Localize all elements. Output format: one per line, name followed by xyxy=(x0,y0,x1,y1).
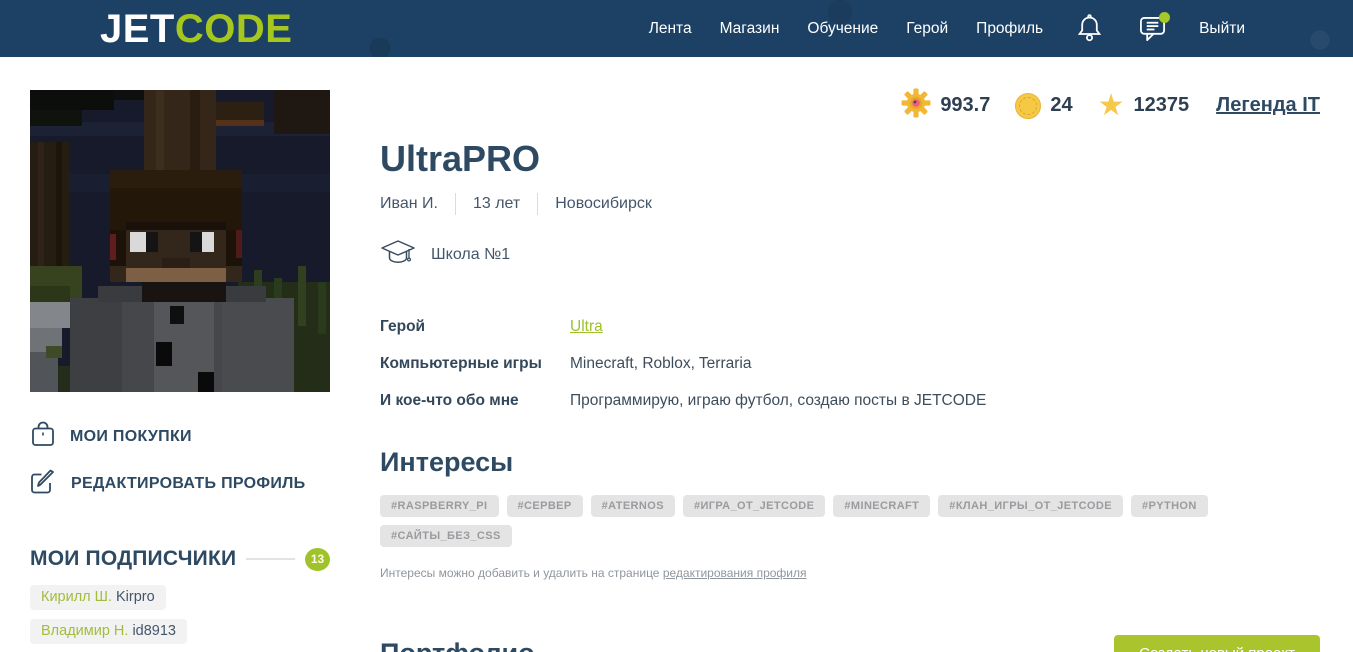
portfolio-title: Портфолио xyxy=(380,638,535,652)
edit-profile-link[interactable]: редактирования профиля xyxy=(663,566,807,580)
star-icon: ★ xyxy=(1097,87,1125,123)
shopping-bag-icon xyxy=(30,420,56,453)
create-project-button[interactable]: Создать новый проект xyxy=(1114,635,1320,652)
interest-tag[interactable]: #MINECRAFT xyxy=(833,495,931,517)
coin-icon xyxy=(1015,92,1042,119)
coins-stat: 24 xyxy=(1015,92,1073,119)
portfolio-header: Портфолио Создать новый проект xyxy=(380,635,1320,652)
subscriber-username: Kirpro xyxy=(116,589,155,605)
nav-item-hero[interactable]: Герой xyxy=(906,20,948,38)
energy-value: 993.7 xyxy=(940,94,991,116)
divider xyxy=(537,193,539,215)
interests-title: Интересы xyxy=(380,447,514,477)
subscriber-name: Владимир Н. xyxy=(41,623,129,639)
nav-item-learning[interactable]: Обучение xyxy=(807,20,878,38)
school-row: Школа №1 xyxy=(380,239,1320,270)
page-body: МОИ ПОКУПКИ РЕДАКТИРОВАТЬ ПРОФИЛЬ МОИ ПО… xyxy=(0,57,1353,652)
field-value: Minecraft, Roblox, Terraria xyxy=(570,355,752,372)
graduation-cap-icon xyxy=(380,239,416,270)
energy-stat: 993.7 xyxy=(901,88,990,123)
subscribers-list: Кирилл Ш. Kirpro Владимир Н. id8913 Конс… xyxy=(30,585,330,652)
subscribers-header: МОИ ПОДПИСЧИКИ 13 xyxy=(30,547,330,571)
field-label: Компьютерные игры xyxy=(380,355,542,372)
subscriber-chip[interactable]: Кирилл Ш. Kirpro xyxy=(30,585,166,610)
interest-tag[interactable]: #СЕРВЕР xyxy=(506,495,583,517)
logo-jet: JET xyxy=(100,6,175,51)
subscriber-chip[interactable]: Владимир Н. id8913 xyxy=(30,619,187,644)
stats-row: 993.7 24 ★ 12375 Легенда IT xyxy=(380,88,1320,123)
profile-name: Иван И. xyxy=(380,195,438,212)
subscribers-title: МОИ ПОДПИСЧИКИ xyxy=(30,547,237,570)
field-value: Программирую, играю футбол, создаю посты… xyxy=(570,392,987,409)
nav-item-shop[interactable]: Магазин xyxy=(720,20,780,38)
profile-city: Новосибирск xyxy=(555,195,652,212)
divider-line xyxy=(246,558,295,560)
my-purchases-button[interactable]: МОИ ПОКУПКИ xyxy=(30,420,330,453)
subscribers-count-badge: 13 xyxy=(305,547,330,571)
profile-meta: Иван И. 13 лет Новосибирск xyxy=(380,193,1320,215)
profile-age: 13 лет xyxy=(472,195,521,212)
table-row-about: И кое-что обо мне Программирую, играю фу… xyxy=(380,391,1320,411)
school-name: Школа №1 xyxy=(431,245,511,263)
chat-icon[interactable] xyxy=(1139,11,1171,44)
interest-tag[interactable]: #КЛАН_ИГРЫ_ОТ_JETCODE xyxy=(938,495,1123,517)
profile-main: 993.7 24 ★ 12375 Легенда IT UltraPRO Ива… xyxy=(380,88,1320,652)
about-table: Герой Ultra Компьютерные игры Minecraft,… xyxy=(380,317,1320,411)
rank-link[interactable]: Легенда IT xyxy=(1216,94,1320,117)
nav-menu: Лента Магазин Обучение Герой Профиль Вый… xyxy=(649,11,1245,44)
profile-nickname: UltraPRO xyxy=(380,138,541,179)
my-purchases-label: МОИ ПОКУПКИ xyxy=(70,427,192,445)
interest-tag[interactable]: #САЙТЫ_БЕЗ_CSS xyxy=(380,525,512,547)
interest-tag[interactable]: #ATERNOS xyxy=(590,495,675,517)
sidebar-actions: МОИ ПОКУПКИ РЕДАКТИРОВАТЬ ПРОФИЛЬ xyxy=(30,420,330,500)
profile-sidebar: МОИ ПОКУПКИ РЕДАКТИРОВАТЬ ПРОФИЛЬ МОИ ПО… xyxy=(30,90,330,652)
note-text: Интересы можно добавить и удалить на стр… xyxy=(380,566,663,580)
subscriber-username: id8913 xyxy=(132,623,176,639)
interest-tag[interactable]: #PYTHON xyxy=(1130,495,1208,517)
interests-note: Интересы можно добавить и удалить на стр… xyxy=(380,566,1320,580)
hero-link[interactable]: Ultra xyxy=(570,317,603,337)
avatar xyxy=(30,90,330,392)
divider xyxy=(454,193,456,215)
table-row-games: Компьютерные игры Minecraft, Roblox, Ter… xyxy=(380,354,1320,374)
bell-icon[interactable] xyxy=(1075,14,1103,44)
edit-profile-label: РЕДАКТИРОВАТЬ ПРОФИЛЬ xyxy=(71,475,306,492)
field-label: И кое-что обо мне xyxy=(380,392,519,409)
edit-profile-button[interactable]: РЕДАКТИРОВАТЬ ПРОФИЛЬ xyxy=(30,468,330,500)
table-row-hero: Герой Ultra xyxy=(380,317,1320,337)
subscriber-name: Кирилл Ш. xyxy=(41,589,112,605)
edit-icon xyxy=(30,468,57,500)
logo-code: CODE xyxy=(174,6,293,51)
gear-icon xyxy=(901,88,931,123)
nav-item-feed[interactable]: Лента xyxy=(649,20,692,38)
interest-tag[interactable]: #ИГРА_ОТ_JETCODE xyxy=(682,495,826,517)
interest-tags: #RASPBERRY_PI #СЕРВЕР #ATERNOS #ИГРА_ОТ_… xyxy=(380,495,1320,547)
top-navbar: JETCODE Лента Магазин Обучение Герой Про… xyxy=(0,0,1353,57)
jetcode-logo[interactable]: JETCODE xyxy=(100,9,292,49)
interest-tag[interactable]: #RASPBERRY_PI xyxy=(380,495,499,517)
chat-notification-dot xyxy=(1159,11,1171,23)
nav-item-profile[interactable]: Профиль xyxy=(976,20,1043,38)
logout-link[interactable]: Выйти xyxy=(1199,20,1245,38)
field-label: Герой xyxy=(380,318,426,335)
stars-stat: ★ 12375 xyxy=(1097,87,1190,123)
coins-value: 24 xyxy=(1050,94,1073,116)
stars-value: 12375 xyxy=(1133,94,1190,116)
